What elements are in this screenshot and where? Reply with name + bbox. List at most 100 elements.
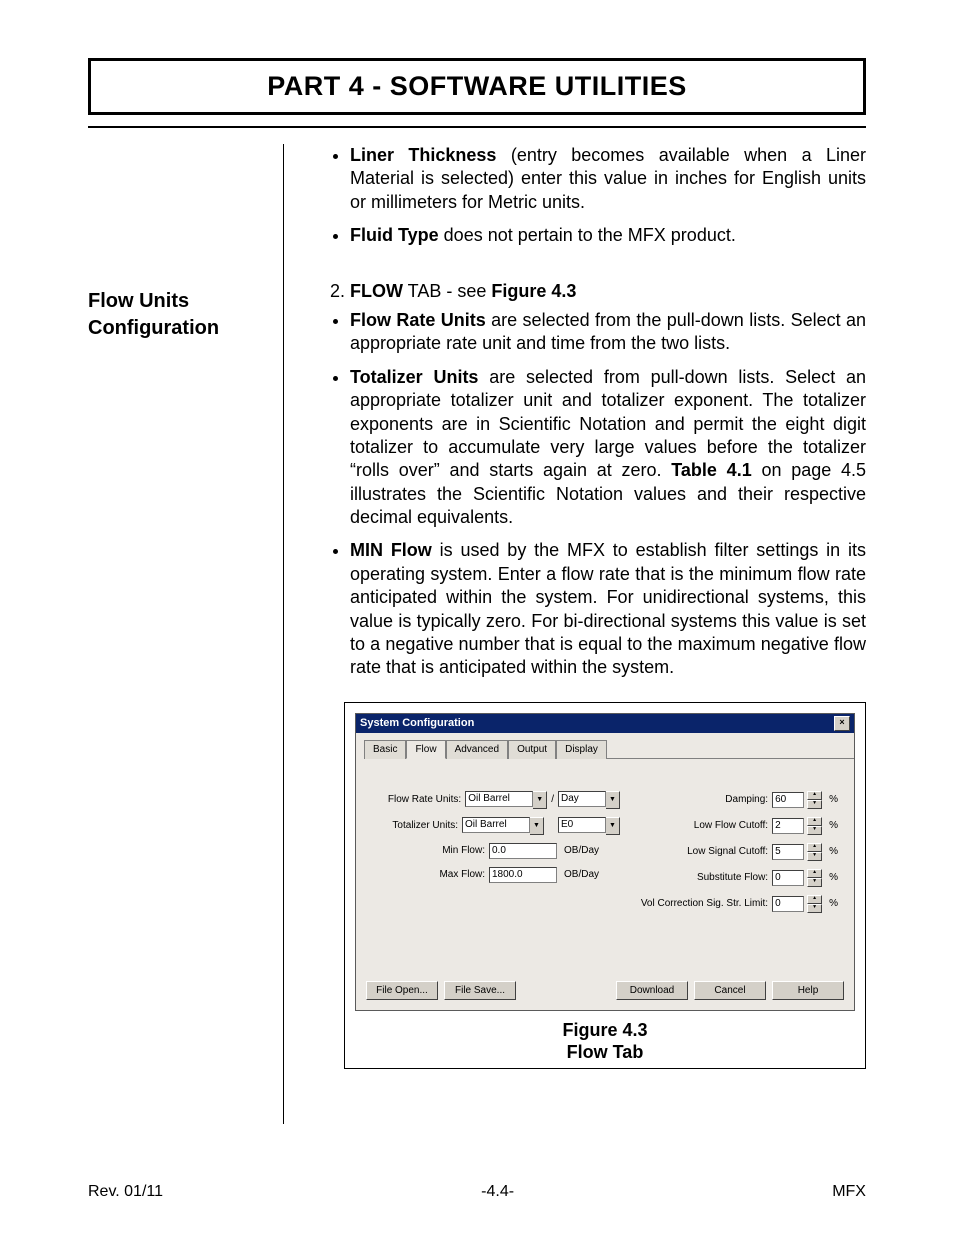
flow-rate-unit-select[interactable]: Oil Barrel▼ — [465, 791, 547, 809]
chevron-down-icon: ▼ — [533, 791, 547, 809]
unit-label: % — [829, 871, 838, 884]
select-value: Day — [558, 791, 606, 807]
tab-advanced[interactable]: Advanced — [446, 740, 508, 759]
chevron-down-icon: ▼ — [530, 817, 544, 835]
substitute-flow-row: Substitute Flow: 0 ▲▼ % — [638, 869, 838, 887]
caption-line2: Flow Tab — [355, 1041, 855, 1064]
totalizer-exp-select[interactable]: E0▼ — [558, 817, 620, 835]
close-icon[interactable]: × — [834, 716, 850, 731]
spinner-icon[interactable]: ▲▼ — [807, 817, 822, 835]
spinner-icon[interactable]: ▲▼ — [807, 843, 822, 861]
field-label: Low Flow Cutoff: — [638, 819, 768, 832]
file-save-button[interactable]: File Save... — [444, 981, 516, 1000]
download-button[interactable]: Download — [616, 981, 688, 1000]
figure-caption: Figure 4.3 Flow Tab — [355, 1019, 855, 1064]
unit-label: % — [829, 845, 838, 858]
field-label: Low Signal Cutoff: — [638, 845, 768, 858]
max-flow-row: Max Flow: 1800.0 OB/Day — [372, 867, 620, 883]
cancel-button[interactable]: Cancel — [694, 981, 766, 1000]
spinner-icon[interactable]: ▲▼ — [807, 895, 822, 913]
dialog-body: Flow Rate Units: Oil Barrel▼ / Day▼ Tota… — [356, 759, 854, 975]
tab-name: FLOW — [350, 281, 403, 301]
slash: / — [551, 793, 554, 806]
tab-display[interactable]: Display — [556, 740, 607, 759]
max-flow-input[interactable]: 1800.0 — [489, 867, 557, 883]
tab-strip: Basic Flow Advanced Output Display — [364, 739, 854, 759]
tab-output[interactable]: Output — [508, 740, 556, 759]
footer-center: -4.4- — [481, 1183, 514, 1201]
bullet-text: is used by the MFX to establish filter s… — [350, 540, 866, 677]
field-label: Min Flow: — [399, 844, 485, 857]
tab-basic[interactable]: Basic — [364, 740, 406, 759]
field-label: Vol Correction Sig. Str. Limit: — [638, 897, 768, 910]
footer-right: MFX — [832, 1183, 866, 1201]
dialog-footer: File Open... File Save... Download Cance… — [356, 975, 854, 1010]
unit-label: OB/Day — [564, 844, 620, 857]
detail-bullet-list: Flow Rate Units are selected from the pu… — [314, 309, 866, 680]
dialog-titlebar: System Configuration × — [356, 714, 854, 733]
select-value: Oil Barrel — [462, 817, 530, 833]
substitute-flow-input[interactable]: 0 — [772, 870, 804, 886]
bullet-text: does not pertain to the MFX product. — [439, 225, 736, 245]
field-label: Damping: — [638, 793, 768, 806]
list-item: FLOW TAB - see Figure 4.3 — [350, 280, 866, 303]
field-label: Substitute Flow: — [638, 871, 768, 884]
spinner-icon[interactable]: ▲▼ — [807, 791, 822, 809]
damping-input[interactable]: 60 — [772, 792, 804, 808]
left-button-row: File Open... File Save... — [366, 981, 516, 1000]
spinner-icon[interactable]: ▲▼ — [807, 869, 822, 887]
unit-label: % — [829, 819, 838, 832]
main-column: Liner Thickness (entry becomes available… — [284, 144, 866, 1124]
divider — [88, 126, 866, 128]
low-signal-cutoff-row: Low Signal Cutoff: 5 ▲▼ % — [638, 843, 838, 861]
field-label: Totalizer Units: — [372, 819, 458, 832]
title-frame: PART 4 - SOFTWARE UTILITIES — [88, 58, 866, 115]
intro-bullet-list: Liner Thickness (entry becomes available… — [314, 144, 866, 248]
tab-flow[interactable]: Flow — [406, 740, 445, 759]
low-signal-cutoff-input[interactable]: 5 — [772, 844, 804, 860]
damping-row: Damping: 60 ▲▼ % — [638, 791, 838, 809]
page-footer: Rev. 01/11 -4.4- MFX — [88, 1183, 866, 1201]
figure-ref: Figure 4.3 — [491, 281, 576, 301]
bullet-lead: Liner Thickness — [350, 145, 496, 165]
field-label: Max Flow: — [399, 868, 485, 881]
help-button[interactable]: Help — [772, 981, 844, 1000]
field-label: Flow Rate Units: — [375, 793, 461, 806]
list-item: Flow Rate Units are selected from the pu… — [350, 309, 866, 356]
figure-container: System Configuration × Basic Flow Advanc… — [344, 702, 866, 1069]
vol-correction-input[interactable]: 0 — [772, 896, 804, 912]
low-flow-cutoff-input[interactable]: 2 — [772, 818, 804, 834]
select-value: E0 — [558, 817, 606, 833]
left-form-column: Flow Rate Units: Oil Barrel▼ / Day▼ Tota… — [372, 791, 620, 951]
side-column: Flow Units Configuration — [88, 144, 284, 1124]
flow-rate-time-select[interactable]: Day▼ — [558, 791, 620, 809]
min-flow-input[interactable]: 0.0 — [489, 843, 557, 859]
chevron-down-icon: ▼ — [606, 791, 620, 809]
list-item: Liner Thickness (entry becomes available… — [350, 144, 866, 214]
page-title: PART 4 - SOFTWARE UTILITIES — [91, 71, 863, 102]
footer-left: Rev. 01/11 — [88, 1183, 163, 1201]
table-ref: Table 4.1 — [671, 460, 751, 480]
text-mid: TAB - see — [403, 281, 491, 301]
document-page: PART 4 - SOFTWARE UTILITIES Flow Units C… — [0, 0, 954, 1235]
two-column-layout: Flow Units Configuration Liner Thickness… — [88, 144, 866, 1124]
dialog-title: System Configuration — [360, 716, 474, 730]
numbered-list: FLOW TAB - see Figure 4.3 — [314, 280, 866, 303]
low-flow-cutoff-row: Low Flow Cutoff: 2 ▲▼ % — [638, 817, 838, 835]
totalizer-unit-select[interactable]: Oil Barrel▼ — [462, 817, 544, 835]
totalizer-units-row: Totalizer Units: Oil Barrel▼ E0▼ — [372, 817, 620, 835]
file-open-button[interactable]: File Open... — [366, 981, 438, 1000]
bullet-lead: Totalizer Units — [350, 367, 478, 387]
chevron-down-icon: ▼ — [606, 817, 620, 835]
min-flow-row: Min Flow: 0.0 OB/Day — [372, 843, 620, 859]
unit-label: % — [829, 897, 838, 910]
list-item: Totalizer Units are selected from pull-d… — [350, 366, 866, 530]
system-configuration-dialog: System Configuration × Basic Flow Advanc… — [355, 713, 855, 1011]
bullet-lead: Flow Rate Units — [350, 310, 486, 330]
vol-correction-row: Vol Correction Sig. Str. Limit: 0 ▲▼ % — [638, 895, 838, 913]
bullet-lead: MIN Flow — [350, 540, 432, 560]
list-item: MIN Flow is used by the MFX to establish… — [350, 539, 866, 679]
caption-line1: Figure 4.3 — [355, 1019, 855, 1042]
right-form-column: Damping: 60 ▲▼ % Low Flow Cutoff: 2 ▲▼ % — [638, 791, 838, 951]
bullet-lead: Fluid Type — [350, 225, 439, 245]
